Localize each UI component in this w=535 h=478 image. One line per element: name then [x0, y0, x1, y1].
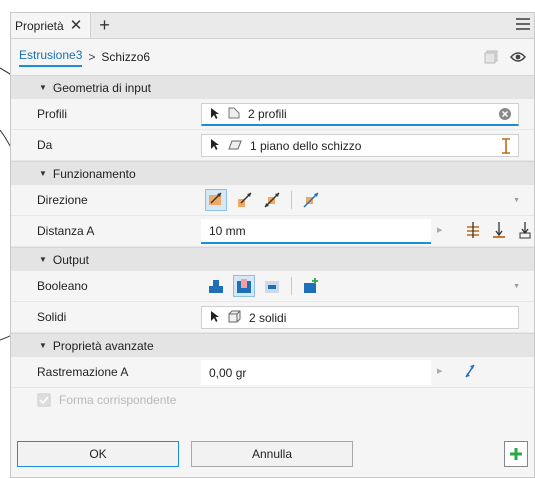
- boolean-new-solid-icon[interactable]: [300, 275, 322, 297]
- distance-value: 10 mm: [209, 223, 246, 238]
- match-shape-checkbox[interactable]: [37, 393, 51, 407]
- distance-between-icon[interactable]: [517, 221, 533, 242]
- breadcrumb-separator: >: [88, 50, 96, 64]
- solids-selector[interactable]: 2 solidi: [201, 306, 519, 329]
- chevron-right-icon[interactable]: ▶: [437, 226, 442, 234]
- distance-input[interactable]: 10 mm: [201, 219, 431, 244]
- distance-label: Distanza A: [37, 224, 95, 238]
- taper-value: 0,00 gr: [209, 365, 247, 380]
- tab-properties[interactable]: Proprietà ✕: [11, 13, 92, 38]
- boolean-label: Booleano: [37, 279, 88, 293]
- copy-icon[interactable]: [484, 50, 498, 67]
- cursor-arrow-icon: [210, 138, 220, 153]
- profiles-selector[interactable]: 2 profili: [201, 103, 519, 126]
- solids-row: Solidi 2 solidi: [11, 302, 534, 333]
- direction-default-icon[interactable]: [205, 189, 227, 211]
- properties-panel: Proprietà ✕ + Estrusione3 > Schizzo6 ▼ G…: [10, 12, 535, 478]
- section-advanced[interactable]: ▼ Proprietà avanzate: [11, 333, 534, 357]
- collapse-triangle-icon: ▼: [39, 83, 47, 92]
- cursor-arrow-icon: [210, 107, 220, 122]
- distance-row: Distanza A 10 mm ▶: [11, 216, 534, 247]
- panel-tabbar: Proprietà ✕ +: [11, 13, 534, 39]
- taper-flip-icon[interactable]: [463, 363, 477, 382]
- match-shape-label: Forma corrispondente: [59, 393, 177, 407]
- dialog-footer: OK Annulla: [11, 441, 534, 469]
- section-title: Proprietà avanzate: [52, 338, 154, 353]
- match-shape-row: Forma corrispondente: [11, 388, 534, 412]
- direction-flipped-icon[interactable]: [233, 189, 255, 211]
- breadcrumb-current: Schizzo6: [101, 50, 151, 64]
- taper-row: Rastremazione A 0,00 gr ▶: [11, 357, 534, 388]
- ok-button[interactable]: OK: [17, 441, 179, 467]
- direction-row: Direzione ▼: [11, 185, 534, 216]
- from-value: 1 piano dello schizzo: [250, 138, 362, 153]
- collapse-triangle-icon: ▼: [39, 169, 47, 178]
- boolean-intersect-icon[interactable]: [261, 275, 283, 297]
- direction-label: Direzione: [37, 193, 88, 207]
- cursor-arrow-icon: [210, 310, 220, 325]
- collapse-triangle-icon: ▼: [39, 255, 47, 264]
- section-title: Geometria di input: [52, 80, 151, 95]
- solid-body-icon: [228, 310, 241, 326]
- tab-title: Proprietà: [15, 18, 64, 33]
- plus-icon: [510, 448, 522, 460]
- profiles-label: Profili: [37, 107, 68, 121]
- clear-icon[interactable]: [498, 107, 512, 124]
- add-tab-icon[interactable]: +: [91, 13, 118, 38]
- menu-icon[interactable]: [516, 18, 530, 32]
- chevron-down-icon[interactable]: ▼: [513, 283, 520, 290]
- direction-symmetric-icon[interactable]: [261, 189, 283, 211]
- direction-asymmetric-icon[interactable]: [300, 189, 322, 211]
- cancel-button[interactable]: Annulla: [191, 441, 353, 467]
- section-input-geometry[interactable]: ▼ Geometria di input: [11, 75, 534, 99]
- section-behavior[interactable]: ▼ Funzionamento: [11, 161, 534, 185]
- boolean-join-icon[interactable]: [205, 275, 227, 297]
- section-title: Funzionamento: [52, 166, 136, 181]
- taper-label: Rastremazione A: [37, 365, 129, 379]
- section-title: Output: [52, 252, 89, 267]
- profile-icon: [228, 107, 240, 122]
- distance-to-icon[interactable]: [491, 221, 507, 242]
- profiles-row: Profili 2 profili: [11, 99, 534, 130]
- distance-through-icon[interactable]: [465, 221, 481, 242]
- from-label: Da: [37, 138, 53, 152]
- from-selector[interactable]: 1 piano dello schizzo: [201, 134, 519, 157]
- workplane-offset-icon[interactable]: [500, 138, 512, 157]
- section-output[interactable]: ▼ Output: [11, 247, 534, 271]
- breadcrumb: Estrusione3 > Schizzo6: [11, 39, 534, 75]
- chevron-down-icon[interactable]: ▼: [513, 197, 520, 204]
- collapse-triangle-icon: ▼: [39, 341, 47, 350]
- boolean-row: Booleano ▼: [11, 271, 534, 302]
- visibility-eye-icon[interactable]: [510, 51, 526, 66]
- close-icon[interactable]: ✕: [70, 18, 83, 33]
- chevron-right-icon[interactable]: ▶: [437, 367, 442, 375]
- breadcrumb-parent-link[interactable]: Estrusione3: [19, 48, 83, 67]
- sketch-plane-icon: [228, 139, 242, 153]
- solids-label: Solidi: [37, 310, 67, 324]
- profiles-value: 2 profili: [248, 107, 287, 121]
- add-button[interactable]: [504, 441, 528, 467]
- boolean-cut-icon[interactable]: [233, 275, 255, 297]
- from-row: Da 1 piano dello schizzo: [11, 130, 534, 161]
- taper-input[interactable]: 0,00 gr: [201, 360, 431, 385]
- solids-value: 2 solidi: [249, 310, 287, 325]
